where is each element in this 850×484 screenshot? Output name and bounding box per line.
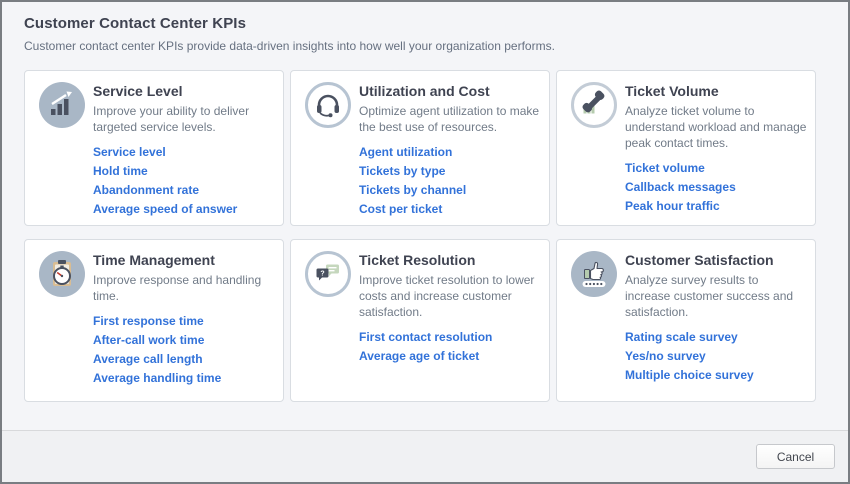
card-title: Ticket Resolution bbox=[359, 252, 541, 268]
kpi-link-ticket-volume[interactable]: Ticket volume bbox=[625, 162, 807, 174]
kpi-card-grid: Service Level Improve your ability to de… bbox=[24, 70, 848, 402]
kpi-link-yes-no-survey[interactable]: Yes/no survey bbox=[625, 350, 807, 362]
card-title: Customer Satisfaction bbox=[625, 252, 807, 268]
kpi-card-time-management: Time Management Improve response and han… bbox=[24, 239, 284, 402]
dialog-footer: Cancel bbox=[2, 430, 848, 482]
card-description: Analyze survey results to increase custo… bbox=[625, 272, 807, 320]
card-title: Time Management bbox=[93, 252, 275, 268]
kpi-link-first-response-time[interactable]: First response time bbox=[93, 315, 275, 327]
card-title: Ticket Volume bbox=[625, 83, 807, 99]
kpi-link-average-call-length[interactable]: Average call length bbox=[93, 353, 275, 365]
kpi-link-average-age-of-ticket[interactable]: Average age of ticket bbox=[359, 350, 541, 362]
bar-chart-trend-icon bbox=[39, 82, 85, 128]
kpi-link-tickets-by-type[interactable]: Tickets by type bbox=[359, 165, 541, 177]
dialog-content: Customer Contact Center KPIs Customer co… bbox=[2, 2, 848, 402]
card-description: Improve your ability to deliver targeted… bbox=[93, 103, 275, 135]
thumbs-up-rating-icon bbox=[571, 251, 617, 297]
kpi-card-ticket-volume: Ticket Volume Analyze ticket volume to u… bbox=[556, 70, 816, 226]
kpi-card-ticket-resolution: ? Ticket Resolution Improve ticket resol… bbox=[290, 239, 550, 402]
kpi-link-abandonment-rate[interactable]: Abandonment rate bbox=[93, 184, 275, 196]
card-title: Service Level bbox=[93, 83, 275, 99]
question-chat-bubbles-icon: ? bbox=[305, 251, 351, 297]
kpi-link-first-contact-resolution[interactable]: First contact resolution bbox=[359, 331, 541, 343]
kpi-link-cost-per-ticket[interactable]: Cost per ticket bbox=[359, 203, 541, 215]
card-description: Improve ticket resolution to lower costs… bbox=[359, 272, 541, 320]
kpi-dialog: Customer Contact Center KPIs Customer co… bbox=[0, 0, 850, 484]
kpi-link-hold-time[interactable]: Hold time bbox=[93, 165, 275, 177]
kpi-link-peak-hour-traffic[interactable]: Peak hour traffic bbox=[625, 200, 807, 212]
kpi-card-utilization-and-cost: Utilization and Cost Optimize agent util… bbox=[290, 70, 550, 226]
card-description: Improve response and handling time. bbox=[93, 272, 275, 304]
cancel-button[interactable]: Cancel bbox=[756, 444, 835, 469]
svg-text:?: ? bbox=[320, 271, 324, 278]
kpi-link-callback-messages[interactable]: Callback messages bbox=[625, 181, 807, 193]
page-subtitle: Customer contact center KPIs provide dat… bbox=[24, 39, 848, 53]
kpi-link-agent-utilization[interactable]: Agent utilization bbox=[359, 146, 541, 158]
headset-icon bbox=[305, 82, 351, 128]
kpi-card-customer-satisfaction: Customer Satisfaction Analyze survey res… bbox=[556, 239, 816, 402]
kpi-link-multiple-choice-survey[interactable]: Multiple choice survey bbox=[625, 369, 807, 381]
stopwatch-clipboard-icon bbox=[39, 251, 85, 297]
card-description: Analyze ticket volume to understand work… bbox=[625, 103, 807, 151]
phone-volume-bars-icon bbox=[571, 82, 617, 128]
kpi-link-after-call-work-time[interactable]: After-call work time bbox=[93, 334, 275, 346]
kpi-link-average-speed-of-answer[interactable]: Average speed of answer bbox=[93, 203, 275, 215]
kpi-link-average-handling-time[interactable]: Average handling time bbox=[93, 372, 275, 384]
kpi-link-service-level[interactable]: Service level bbox=[93, 146, 275, 158]
card-title: Utilization and Cost bbox=[359, 83, 541, 99]
kpi-card-service-level: Service Level Improve your ability to de… bbox=[24, 70, 284, 226]
card-description: Optimize agent utilization to make the b… bbox=[359, 103, 541, 135]
kpi-link-tickets-by-channel[interactable]: Tickets by channel bbox=[359, 184, 541, 196]
kpi-link-rating-scale-survey[interactable]: Rating scale survey bbox=[625, 331, 807, 343]
page-title: Customer Contact Center KPIs bbox=[24, 15, 848, 32]
